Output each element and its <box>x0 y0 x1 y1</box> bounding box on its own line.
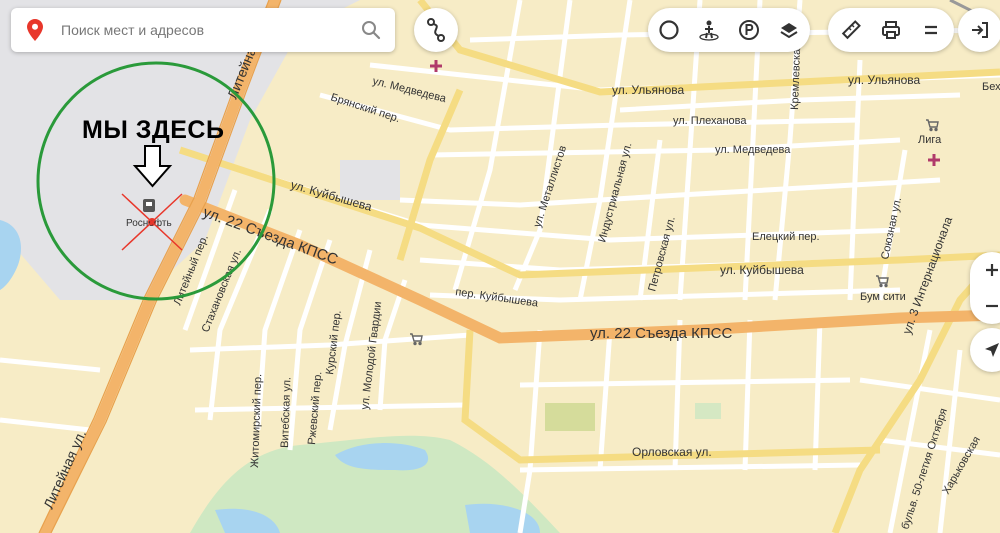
route-button[interactable] <box>414 8 458 52</box>
tools-toolbar <box>828 8 954 52</box>
search-box[interactable] <box>11 8 395 52</box>
street-label: Лига <box>918 134 942 146</box>
search-input[interactable] <box>59 21 353 39</box>
plus-icon[interactable] <box>983 261 1000 279</box>
street-label: Витебская ул. <box>279 377 293 448</box>
traffic-button[interactable] <box>649 8 689 52</box>
street-label: ул. Ульянова <box>848 73 921 87</box>
panorama-icon <box>699 20 719 41</box>
street-label: ул. Ульянова <box>612 83 685 97</box>
street-label: ул. Куйбышева <box>720 263 804 277</box>
print-button[interactable] <box>871 8 911 52</box>
print-icon <box>882 21 900 39</box>
panorama-button[interactable] <box>689 8 729 52</box>
geolocate-icon <box>985 343 999 357</box>
street-label: ул. Плеханова <box>673 115 747 127</box>
sport-field-2 <box>695 403 721 419</box>
magnifier-icon[interactable] <box>361 20 381 40</box>
map-pin-icon <box>27 19 43 41</box>
layers-button[interactable] <box>769 8 809 52</box>
street-label: Кремлевская <box>789 43 803 111</box>
street-label: Беха <box>982 81 1000 93</box>
login-button[interactable] <box>958 8 1000 52</box>
street-label: Орловская ул. <box>632 445 712 459</box>
street-label: ул. Медведева <box>715 144 791 156</box>
parking-button[interactable] <box>729 8 769 52</box>
zoom-controls <box>970 252 1000 324</box>
street-label: Елецкий пер. <box>752 231 820 243</box>
parking-icon <box>739 20 759 40</box>
ruler-icon <box>841 20 861 40</box>
menu-icon <box>925 25 937 35</box>
login-icon <box>972 22 988 38</box>
route-icon <box>427 18 445 42</box>
layers-toolbar <box>648 8 810 52</box>
layers-icon <box>780 23 798 39</box>
menu-button[interactable] <box>911 8 951 52</box>
ruler-button[interactable] <box>831 8 871 52</box>
street-label: ул. 22 Съезда КПСС <box>590 325 732 342</box>
city-map[interactable]: ул. Медведева Брянский пер. ул. Ульянова… <box>0 0 1000 533</box>
annotation-label: МЫ ЗДЕСЬ <box>82 116 225 144</box>
traffic-icon <box>659 20 679 40</box>
minus-icon[interactable] <box>983 297 1000 315</box>
street-label: Бум сити <box>860 291 906 303</box>
sport-field <box>545 403 595 431</box>
